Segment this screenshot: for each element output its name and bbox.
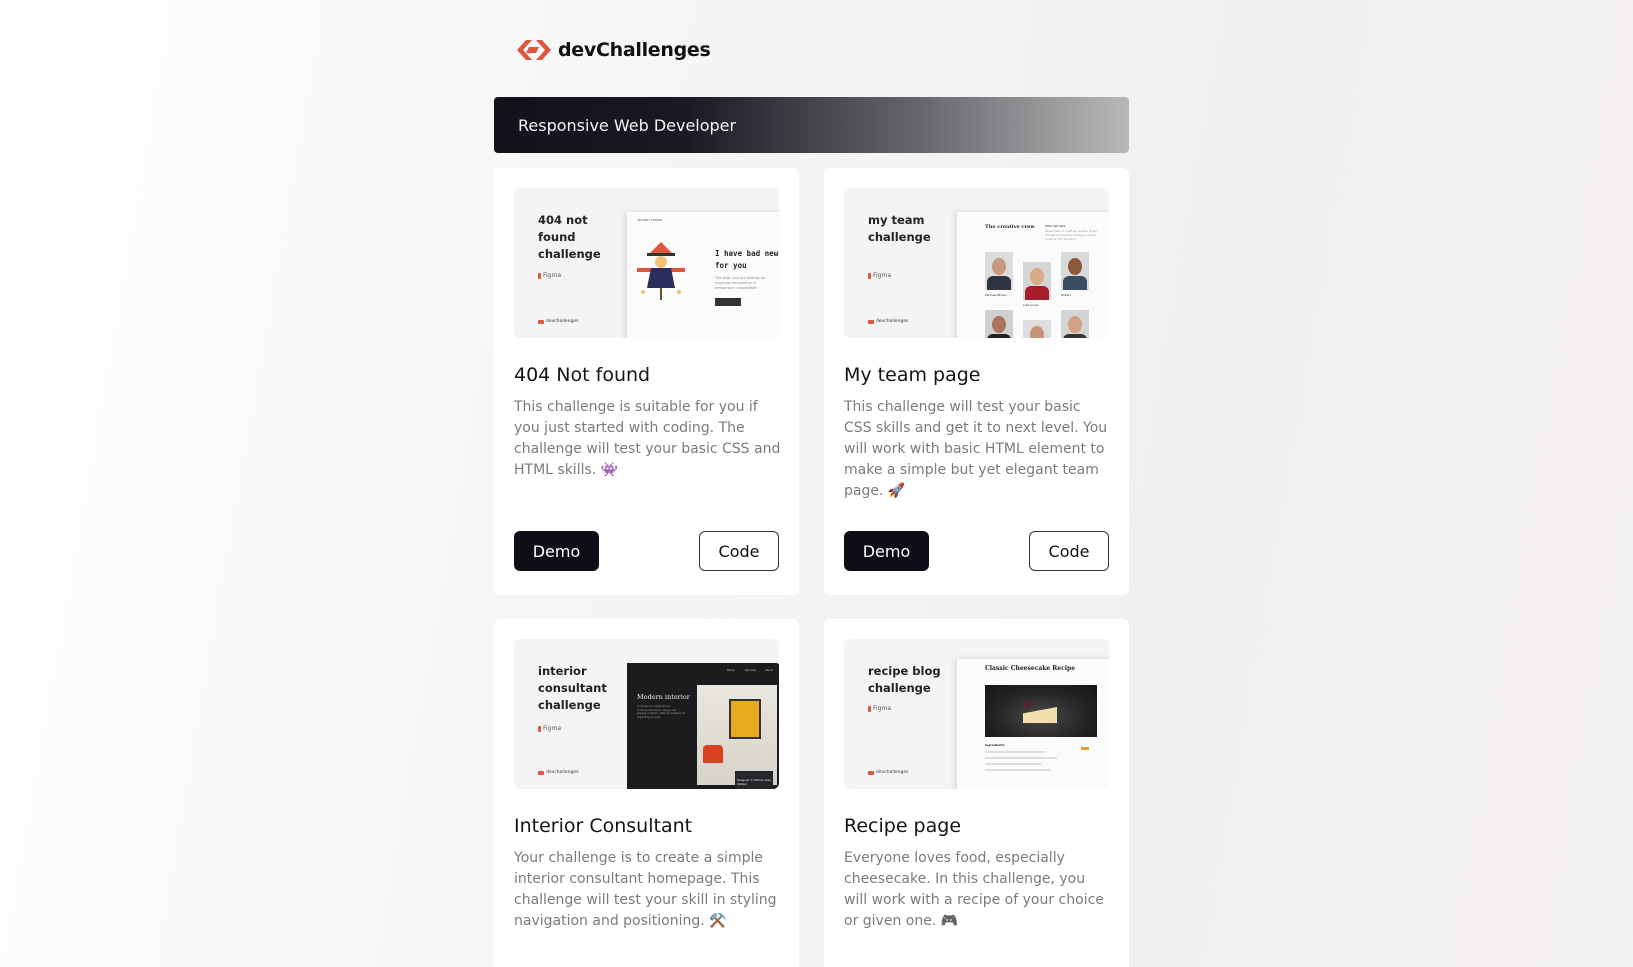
card-thumbnail: interior consultant challenge Figma devc… — [514, 639, 779, 789]
figma-label: Figma — [868, 272, 891, 279]
devchallenges-mini-icon — [868, 319, 874, 324]
code-button[interactable]: Code — [699, 531, 779, 571]
figma-label: Figma — [538, 272, 561, 279]
shot-nav-item: Home — [727, 669, 735, 672]
shot-button — [715, 298, 741, 306]
room-image: Designed in 2024 by Aliza Webber — [697, 685, 777, 789]
shot-heading: The creative crew — [985, 224, 1035, 230]
shot-heading: Modern interior — [637, 693, 690, 701]
card-title: Recipe page — [844, 815, 962, 837]
card-description: This challenge is suitable for you if yo… — [514, 399, 781, 478]
thumbnail-title: 404 not found challenge — [538, 213, 601, 261]
demo-button[interactable]: Demo — [844, 531, 929, 571]
card-description: Your challenge is to create a simple int… — [514, 850, 777, 929]
thumbnail-screenshot: The creative crew WHO WE ARE We are team… — [957, 212, 1109, 338]
card-thumbnail: 404 not found challenge Figma devchallen… — [514, 188, 779, 338]
thumbnail-brand: devchallenges — [538, 770, 578, 775]
figma-icon — [538, 272, 541, 279]
thumbnail-brand: devchallenges — [868, 770, 908, 775]
code-button[interactable]: Code — [1029, 531, 1109, 571]
figma-icon — [538, 725, 541, 732]
logo-text: devChallenges — [558, 39, 711, 61]
thumbnail-title: my team challenge — [868, 213, 931, 244]
team-photo — [985, 310, 1013, 338]
card-title: 404 Not found — [514, 364, 651, 386]
shot-heading: Classic Cheesecake Recipe — [985, 665, 1076, 672]
card-description: Everyone loves food, especially cheeseca… — [844, 850, 1104, 929]
thumbnail-brand: devchallenges — [868, 319, 908, 324]
section-title: Responsive Web Developer — [518, 115, 737, 135]
thumbnail-screenshot: Classic Cheesecake Recipe Ingredients — [957, 659, 1109, 789]
shot-subheading: WHO WE ARE — [1045, 224, 1066, 228]
figma-label: Figma — [538, 725, 561, 732]
section-banner: Responsive Web Developer — [494, 97, 1129, 153]
challenge-card-404: 404 not found challenge Figma devchallen… — [494, 168, 799, 595]
team-photo — [1061, 252, 1089, 290]
card-title: Interior Consultant — [514, 815, 693, 837]
shot-nav-item: Services — [745, 669, 756, 672]
card-title: My team page — [844, 364, 981, 386]
thumbnail-screenshot: Home Services About Modern interior A fu… — [627, 663, 779, 789]
shot-text: A full-Service residential & commercial … — [637, 705, 686, 719]
cheesecake-photo — [985, 685, 1097, 737]
card-description: This challenge will test your basic CSS … — [844, 399, 1108, 499]
shot-topline: 404 NOT FOUND — [637, 218, 662, 222]
challenge-card-interior: interior consultant challenge Figma devc… — [494, 619, 799, 967]
demo-button[interactable]: Demo — [514, 531, 599, 571]
card-thumbnail: my team challenge Figma devchallenges Th… — [844, 188, 1109, 338]
member-name: Robert — [1061, 293, 1071, 297]
thumbnail-title: interior consultant challenge — [538, 664, 607, 712]
shot-section: Ingredients — [985, 743, 1005, 747]
member-name: Michael Brown — [985, 293, 1007, 297]
team-photo — [1061, 310, 1089, 338]
card-thumbnail: recipe blog challenge Figma devchallenge… — [844, 639, 1109, 789]
member-name: Julie Jones — [1023, 303, 1039, 307]
logo[interactable]: devChallenges — [516, 37, 711, 63]
devchallenges-mini-icon — [538, 319, 544, 324]
figma-icon — [868, 705, 871, 712]
figma-label: Figma — [868, 705, 891, 712]
devchallenges-logo-icon — [517, 40, 551, 60]
scarecrow-illustration-icon — [637, 242, 685, 300]
thumbnail-screenshot: 404 NOT FOUND I have bad news for you The… — [627, 212, 779, 338]
thumbnail-title: recipe blog challenge — [868, 664, 941, 695]
challenge-card-team: my team challenge Figma devchallenges Th… — [824, 168, 1129, 595]
team-photo — [1023, 262, 1051, 300]
shot-nav-item: About — [765, 669, 773, 672]
shot-caption: Designed in 2024 by Aliza Webber — [737, 779, 771, 786]
devchallenges-mini-icon — [868, 770, 874, 775]
team-photo — [985, 252, 1013, 290]
figma-icon — [868, 272, 871, 279]
shot-headline: I have bad news for you — [715, 249, 779, 270]
challenge-card-recipe: recipe blog challenge Figma devchallenge… — [824, 619, 1129, 967]
shot-text: The page you are looking for might be re… — [715, 276, 766, 290]
shot-text: We are team of creatively diverse, drive… — [1045, 230, 1098, 241]
thumbnail-brand: devchallenges — [538, 319, 578, 324]
devchallenges-mini-icon — [538, 770, 544, 775]
team-photo — [1023, 320, 1051, 338]
